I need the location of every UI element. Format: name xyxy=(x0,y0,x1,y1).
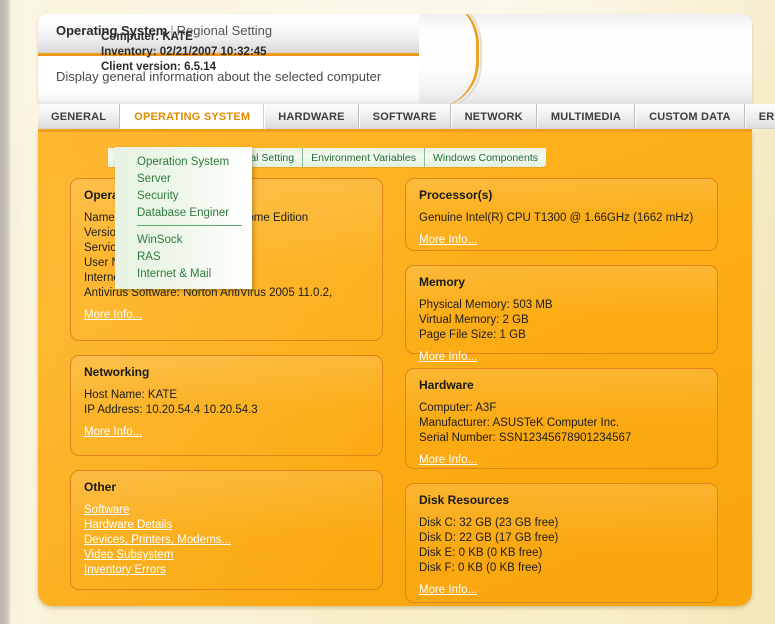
disk-line-d: Disk D: 22 GB (17 GB free) xyxy=(419,532,559,544)
menu-item-operation-system[interactable]: Operation System xyxy=(115,153,252,170)
tab-label: ERRORS xyxy=(758,110,775,123)
panel-title-disk-resources: Disk Resources xyxy=(419,493,510,507)
more-info-link-hardware[interactable]: More Info... xyxy=(419,454,477,466)
content-body: Operation SystemRegional SettingEnvironm… xyxy=(38,132,752,606)
menu-item-internet-mail[interactable]: Internet & Mail xyxy=(115,265,252,282)
tab-software[interactable]: SOFTWARE xyxy=(358,104,451,129)
computer-name: Computer: KATE xyxy=(101,31,193,43)
menu-item-label: Database Enginer xyxy=(137,206,230,219)
other-link-inventory-errors[interactable]: Inventory Errors xyxy=(84,563,369,578)
hardware-line-manufacturer: Manufacturer: ASUSTeK Computer Inc. xyxy=(419,417,620,429)
right-column: Processor(s) Genuine Intel(R) CPU T1300 … xyxy=(405,178,718,603)
other-link-video-subsystem[interactable]: Video Subsystem xyxy=(84,548,369,563)
tab-label: SOFTWARE xyxy=(372,110,437,123)
more-info-link-memory[interactable]: More Info... xyxy=(419,351,477,363)
subtab-environment-variables[interactable]: Environment Variables xyxy=(303,148,425,167)
client-version: Client version: 6.5.14 xyxy=(101,61,217,73)
operating-system-dropdown-menu[interactable]: Operation System Server Security Database E… xyxy=(115,147,252,289)
tab-hardware[interactable]: HARDWARE xyxy=(264,104,359,129)
disk-line-c: Disk C: 32 GB (23 GB free) xyxy=(419,517,559,529)
tab-custom-data[interactable]: CUSTOM DATA xyxy=(635,104,745,129)
tab-general[interactable]: GENERAL xyxy=(38,104,121,129)
hardware-line-computer: Computer: A3F xyxy=(419,402,497,414)
other-link-hardware-details[interactable]: Hardware Details xyxy=(84,518,369,533)
panel-title-networking: Networking xyxy=(84,365,150,379)
subtab-label: Environment Variables xyxy=(311,151,416,164)
networking-line-host-name: Host Name: KATE xyxy=(84,389,178,401)
menu-item-label: RAS xyxy=(137,250,161,263)
menu-item-winsock[interactable]: WinSock xyxy=(115,231,252,248)
tab-label: CUSTOM DATA xyxy=(649,110,731,123)
tab-label: GENERAL xyxy=(51,110,107,123)
menu-item-server[interactable]: Server xyxy=(115,170,252,187)
tab-label: OPERATING SYSTEM xyxy=(134,110,251,123)
more-info-link-networking[interactable]: More Info... xyxy=(84,426,142,438)
tab-errors[interactable]: ERRORS xyxy=(744,104,775,129)
tab-label: NETWORK xyxy=(464,110,523,123)
memory-line-virtual: Virtual Memory: 2 GB xyxy=(419,314,529,326)
panel-title-other: Other xyxy=(84,480,117,494)
panel-disk-resources: Disk Resources Disk C: 32 GB (23 GB free… xyxy=(405,483,718,603)
menu-item-database-enginer[interactable]: Database Enginer xyxy=(115,204,252,221)
menu-item-label: Server xyxy=(137,172,171,185)
more-info-link-disk-resources[interactable]: More Info... xyxy=(419,584,477,596)
menu-item-label: Security xyxy=(137,189,179,202)
disk-line-f: Disk F: 0 KB (0 KB free) xyxy=(419,562,542,574)
panel-title-hardware: Hardware xyxy=(419,378,474,392)
inventory-timestamp: Inventory: 02/21/2007 10:32:45 xyxy=(101,46,267,58)
header: Operating System | Regional Setting Displa… xyxy=(38,14,752,104)
panel-other: Other Software Hardware Details Devices,… xyxy=(70,470,383,590)
tab-label: HARDWARE xyxy=(278,110,345,123)
processors-line-cpu: Genuine Intel(R) CPU T1300 @ 1.66GHz (16… xyxy=(419,212,694,224)
menu-item-label: Internet & Mail xyxy=(137,267,212,280)
panel-hardware: Hardware Computer: A3F Manufacturer: ASU… xyxy=(405,368,718,469)
main-tabbar: GENERAL OPERATING SYSTEM HARDWARE SOFTWARE N… xyxy=(38,104,775,132)
other-link-software[interactable]: Software xyxy=(84,503,369,518)
panel-processors: Processor(s) Genuine Intel(R) CPU T1300 … xyxy=(405,178,718,251)
memory-line-page-file: Page File Size: 1 GB xyxy=(419,329,526,341)
tab-multimedia[interactable]: MULTIMEDIA xyxy=(536,104,636,129)
subtab-label: Windows Components xyxy=(432,151,539,164)
tab-operating-system[interactable]: OPERATING SYSTEM xyxy=(120,104,265,129)
more-info-link-operating-system[interactable]: More Info... xyxy=(84,309,142,321)
panel-memory: Memory Physical Memory: 503 MB Virtual M… xyxy=(405,265,718,363)
menu-item-label: WinSock xyxy=(137,233,183,246)
app-root: Operating System | Regional Setting Displa… xyxy=(0,0,775,624)
menu-item-label: Operation System xyxy=(137,155,230,168)
disk-line-e: Disk E: 0 KB (0 KB free) xyxy=(419,547,543,559)
panel-title-memory: Memory xyxy=(419,275,466,289)
other-link-devices-printers-modems[interactable]: Devices, Printers, Modems... xyxy=(84,533,369,548)
computer-info: Computer: KATE Inventory: 02/21/2007 10:… xyxy=(101,30,267,75)
networking-line-ip-address: IP Address: 10.20.54.4 10.20.54.3 xyxy=(84,404,258,416)
header-divider-curve xyxy=(409,14,479,104)
panel-networking: Networking Host Name: KATE IP Address: 1… xyxy=(70,355,383,456)
menu-item-ras[interactable]: RAS xyxy=(115,248,252,265)
tab-label: MULTIMEDIA xyxy=(550,110,622,123)
menu-item-security[interactable]: Security xyxy=(115,187,252,204)
memory-line-physical: Physical Memory: 503 MB xyxy=(419,299,553,311)
more-info-link-processors[interactable]: More Info... xyxy=(419,234,477,246)
hardware-line-serial-number: Serial Number: SSN12345678901234567 xyxy=(419,432,632,444)
menu-separator xyxy=(137,225,242,226)
tab-network[interactable]: NETWORK xyxy=(450,104,537,129)
application-window: Operating System | Regional Setting Displa… xyxy=(38,14,775,606)
subtab-windows-components[interactable]: Windows Components xyxy=(425,148,546,167)
panel-title-processors: Processor(s) xyxy=(419,188,493,202)
